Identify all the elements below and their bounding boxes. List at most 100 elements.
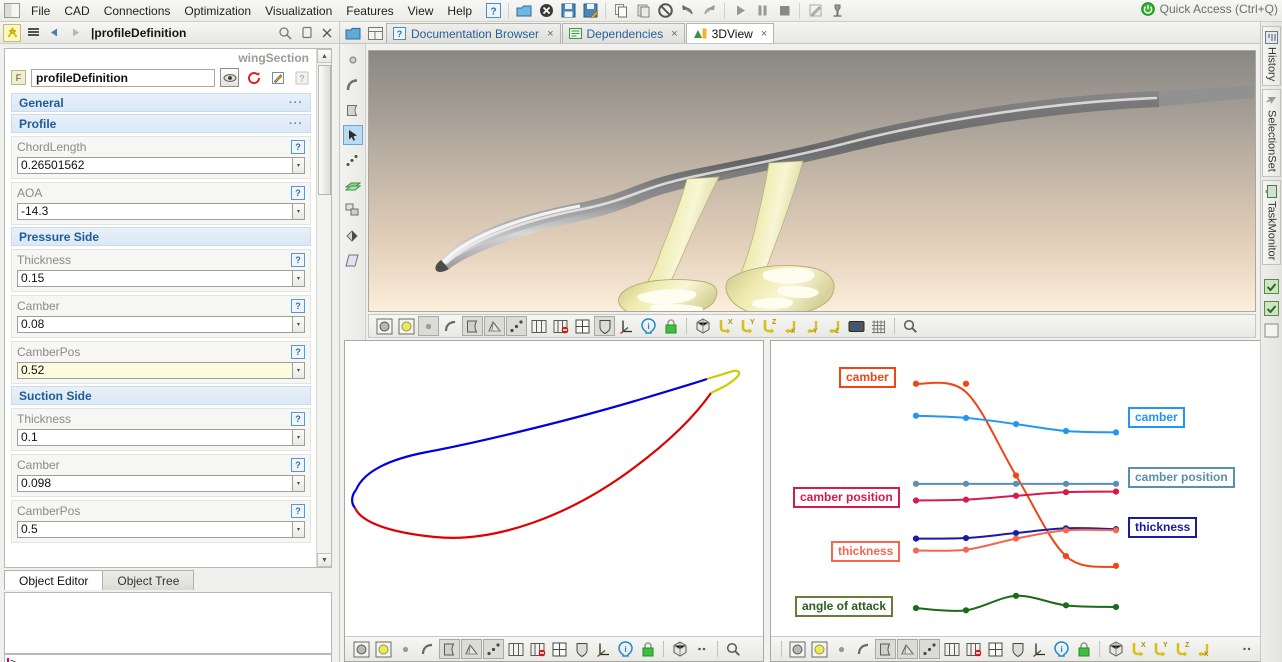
delete-view-icon[interactable]: [527, 639, 548, 659]
axes-view-icon[interactable]: [593, 639, 614, 659]
field-spinner-aoa[interactable]: ▾: [292, 203, 305, 220]
select-tool-icon[interactable]: [342, 125, 363, 145]
iso-view-icon[interactable]: [669, 639, 690, 659]
section-menu-profile[interactable]: ···: [289, 118, 303, 130]
sidebar-tab-selectionset[interactable]: SelectionSet: [1262, 89, 1281, 177]
chart-label-left-thickness[interactable]: thickness: [831, 541, 901, 562]
mesh-view-icon[interactable]: [484, 316, 505, 336]
field-spinner-suction-thickness[interactable]: ▾: [292, 429, 305, 446]
chart-point[interactable]: [912, 480, 920, 487]
chart-label-right-camber[interactable]: camber: [1128, 407, 1185, 428]
object-help-icon[interactable]: ?: [292, 68, 311, 87]
visibility-icon[interactable]: [220, 68, 239, 87]
scroll-down-arrow[interactable]: ▼: [317, 553, 331, 567]
tab-object-editor[interactable]: Object Editor: [4, 570, 104, 590]
nav-forward-icon[interactable]: [66, 24, 84, 42]
refresh-icon[interactable]: [244, 68, 263, 87]
chart-point[interactable]: [1012, 535, 1020, 542]
chart-point[interactable]: [1012, 420, 1020, 428]
view-neg-x-icon[interactable]: -X: [780, 316, 801, 336]
transparency-view-icon[interactable]: [505, 639, 526, 659]
field-spinner-pressure-thickness[interactable]: ▾: [292, 270, 305, 287]
mesh-view-icon[interactable]: [461, 639, 482, 659]
chart-point[interactable]: [1062, 553, 1070, 560]
edit-icon[interactable]: [805, 2, 825, 20]
point-view-icon[interactable]: [395, 639, 416, 659]
object-icon[interactable]: [3, 23, 21, 42]
check-green-icon-1[interactable]: [1264, 278, 1280, 294]
chart-point[interactable]: [1112, 429, 1120, 436]
sidebar-tab-taskmonitor[interactable]: TaskMonitor: [1262, 180, 1281, 266]
chart-point[interactable]: [912, 380, 920, 387]
properties-scrollbar[interactable]: ▲ ▼: [316, 49, 331, 567]
shaded-view-icon[interactable]: [787, 639, 808, 659]
profile-plot-canvas[interactable]: [345, 341, 763, 635]
iso-view-icon[interactable]: [1105, 639, 1126, 659]
highlight-view-icon[interactable]: [373, 639, 394, 659]
chart-point[interactable]: [912, 605, 920, 612]
shaded-view-icon[interactable]: [351, 639, 372, 659]
chart-point[interactable]: [1012, 492, 1020, 499]
transparency-view-icon[interactable]: [941, 639, 962, 659]
chart-point[interactable]: [962, 380, 970, 387]
quick-access-input[interactable]: Quick Access (Ctrl+Q): [1160, 2, 1278, 16]
chart-point[interactable]: [912, 547, 920, 554]
grid-view-icon[interactable]: [549, 639, 570, 659]
menu-item-features[interactable]: Features: [339, 2, 400, 20]
grid-toggle-icon[interactable]: [868, 316, 889, 336]
chart-point[interactable]: [1062, 480, 1070, 487]
tab-close-3dview[interactable]: ×: [761, 28, 767, 40]
chart-point[interactable]: [1062, 602, 1070, 609]
field-input-chordlength[interactable]: 0.26501562: [17, 157, 292, 174]
scroll-thumb[interactable]: [318, 65, 331, 195]
surface-view-icon[interactable]: [875, 639, 896, 659]
chart-point[interactable]: [1112, 480, 1120, 487]
new-icon[interactable]: [514, 2, 534, 20]
paste-icon[interactable]: [633, 2, 653, 20]
point-view-icon[interactable]: [418, 316, 439, 336]
field-help-pressure-camber[interactable]: ?: [291, 299, 305, 313]
chart-point[interactable]: [1062, 427, 1070, 435]
field-help-pressure-camberpos[interactable]: ?: [291, 345, 305, 359]
chart-label-left-camber-position[interactable]: camber position: [793, 487, 900, 508]
chart-point[interactable]: [962, 480, 970, 487]
tab-object-tree[interactable]: Object Tree: [102, 570, 195, 590]
chart-label-left-angle-of-attack[interactable]: angle of attack: [795, 596, 894, 617]
more-icon[interactable]: [691, 639, 712, 659]
chart-point[interactable]: [912, 412, 920, 419]
edit-pencil-icon[interactable]: [268, 68, 287, 87]
section-header-pressure-side[interactable]: Pressure Side: [11, 227, 311, 246]
view-neg-x-icon[interactable]: -X: [1193, 639, 1214, 659]
zoom-view-icon[interactable]: [723, 639, 744, 659]
info-view-icon[interactable]: i: [638, 316, 659, 336]
section-header-suction-side[interactable]: Suction Side: [11, 386, 311, 405]
view-z-icon[interactable]: Z: [1171, 639, 1192, 659]
field-spinner-suction-camber[interactable]: ▾: [292, 475, 305, 492]
check-green-icon-2[interactable]: [1264, 300, 1280, 316]
sidebar-tab-history[interactable]: History: [1262, 26, 1281, 87]
block-tool-icon[interactable]: [343, 200, 363, 220]
menu-item-connections[interactable]: Connections: [97, 2, 178, 20]
tab-dependencies[interactable]: Dependencies ×: [561, 23, 685, 43]
curve-view-icon[interactable]: [440, 316, 461, 336]
pointcloud-view-icon[interactable]: [483, 639, 504, 659]
field-input-suction-camberpos[interactable]: 0.5: [17, 521, 292, 538]
field-spinner-pressure-camberpos[interactable]: ▾: [292, 362, 305, 379]
pointcloud-view-icon[interactable]: [506, 316, 527, 336]
grid-view-icon[interactable]: [985, 639, 1006, 659]
copy-icon[interactable]: [611, 2, 631, 20]
field-help-pressure-thickness[interactable]: ?: [291, 253, 305, 267]
info-view-icon[interactable]: i: [1051, 639, 1072, 659]
section-menu-general[interactable]: ···: [289, 97, 303, 109]
field-help-suction-camberpos[interactable]: ?: [291, 504, 305, 518]
object-name-input[interactable]: profileDefinition: [31, 68, 215, 87]
lock-view-icon[interactable]: [1073, 639, 1094, 659]
surface-view-icon[interactable]: [462, 316, 483, 336]
menu-item-visualization[interactable]: Visualization: [258, 2, 339, 20]
redo-icon[interactable]: [699, 2, 719, 20]
field-input-suction-camber[interactable]: 0.098: [17, 475, 292, 492]
field-input-suction-thickness[interactable]: 0.1: [17, 429, 292, 446]
chart-label-right-thickness[interactable]: thickness: [1128, 517, 1198, 538]
pause-icon[interactable]: [752, 2, 772, 20]
tab-close-dependencies[interactable]: ×: [671, 28, 677, 40]
